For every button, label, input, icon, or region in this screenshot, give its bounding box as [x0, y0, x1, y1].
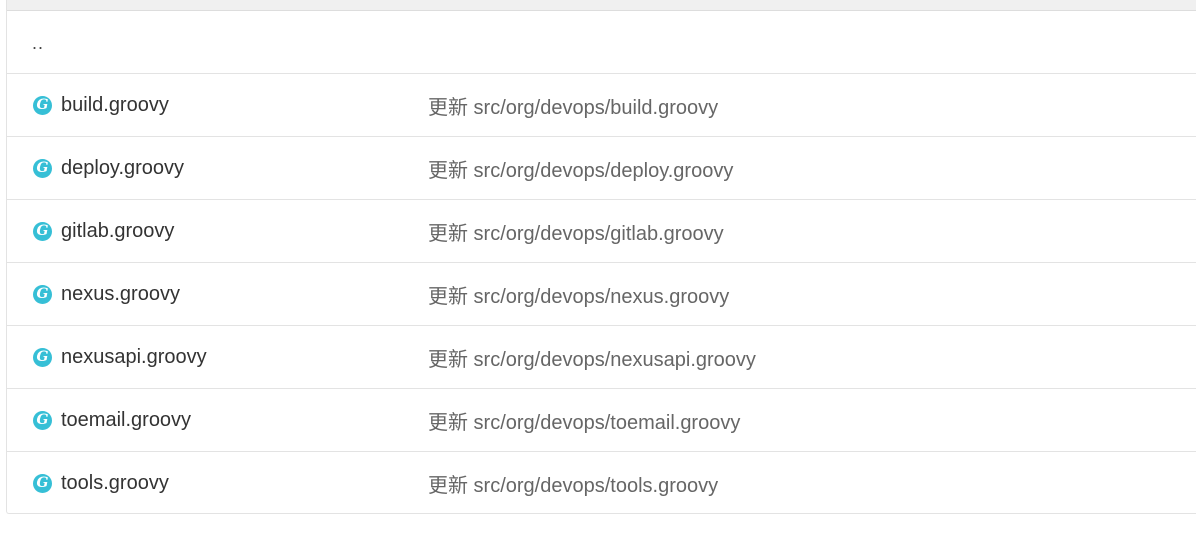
file-name-cell: G toemail.groovy: [33, 409, 191, 432]
groovy-file-icon: G: [33, 410, 52, 430]
file-row[interactable]: G toemail.groovy 更新 src/org/devops/toema…: [7, 389, 1196, 452]
parent-directory-row[interactable]: ..: [7, 11, 1196, 74]
file-name-link[interactable]: deploy.groovy: [61, 157, 184, 180]
file-list-table: .. G build.groovy 更新 src/org/devops/buil…: [6, 0, 1196, 514]
parent-directory-link[interactable]: ..: [32, 33, 44, 54]
file-name-cell: G tools.groovy: [33, 472, 169, 495]
commit-message-link[interactable]: 更新 src/org/devops/build.groovy: [428, 91, 718, 120]
file-row[interactable]: G tools.groovy 更新 src/org/devops/tools.g…: [7, 452, 1196, 514]
groovy-file-icon: G: [33, 284, 52, 304]
file-row[interactable]: G nexusapi.groovy 更新 src/org/devops/nexu…: [7, 326, 1196, 389]
file-name-cell: G deploy.groovy: [33, 157, 184, 180]
groovy-file-icon: G: [33, 158, 52, 178]
commit-message-link[interactable]: 更新 src/org/devops/nexus.groovy: [428, 280, 729, 309]
file-name-link[interactable]: nexusapi.groovy: [61, 346, 207, 369]
file-name-cell: G nexus.groovy: [33, 283, 180, 306]
file-name-link[interactable]: toemail.groovy: [61, 409, 191, 432]
file-name-cell: G nexusapi.groovy: [33, 346, 207, 369]
groovy-file-icon: G: [33, 95, 52, 115]
file-row[interactable]: G build.groovy 更新 src/org/devops/build.g…: [7, 74, 1196, 137]
file-row[interactable]: G gitlab.groovy 更新 src/org/devops/gitlab…: [7, 200, 1196, 263]
file-name-link[interactable]: nexus.groovy: [61, 283, 180, 306]
commit-message-link[interactable]: 更新 src/org/devops/toemail.groovy: [428, 406, 740, 435]
file-row[interactable]: G deploy.groovy 更新 src/org/devops/deploy…: [7, 137, 1196, 200]
commit-message-link[interactable]: 更新 src/org/devops/tools.groovy: [428, 469, 718, 498]
file-name-cell: G build.groovy: [33, 94, 169, 117]
file-name-link[interactable]: build.groovy: [61, 94, 169, 117]
table-header: [7, 0, 1196, 11]
groovy-file-icon: G: [33, 221, 52, 241]
commit-message-link[interactable]: 更新 src/org/devops/nexusapi.groovy: [428, 343, 756, 372]
groovy-file-icon: G: [33, 347, 52, 367]
commit-message-link[interactable]: 更新 src/org/devops/deploy.groovy: [428, 154, 733, 183]
file-name-link[interactable]: gitlab.groovy: [61, 220, 174, 243]
file-row[interactable]: G nexus.groovy 更新 src/org/devops/nexus.g…: [7, 263, 1196, 326]
file-name-link[interactable]: tools.groovy: [61, 472, 169, 495]
file-name-cell: G gitlab.groovy: [33, 220, 174, 243]
commit-message-link[interactable]: 更新 src/org/devops/gitlab.groovy: [428, 217, 724, 246]
groovy-file-icon: G: [33, 473, 52, 493]
